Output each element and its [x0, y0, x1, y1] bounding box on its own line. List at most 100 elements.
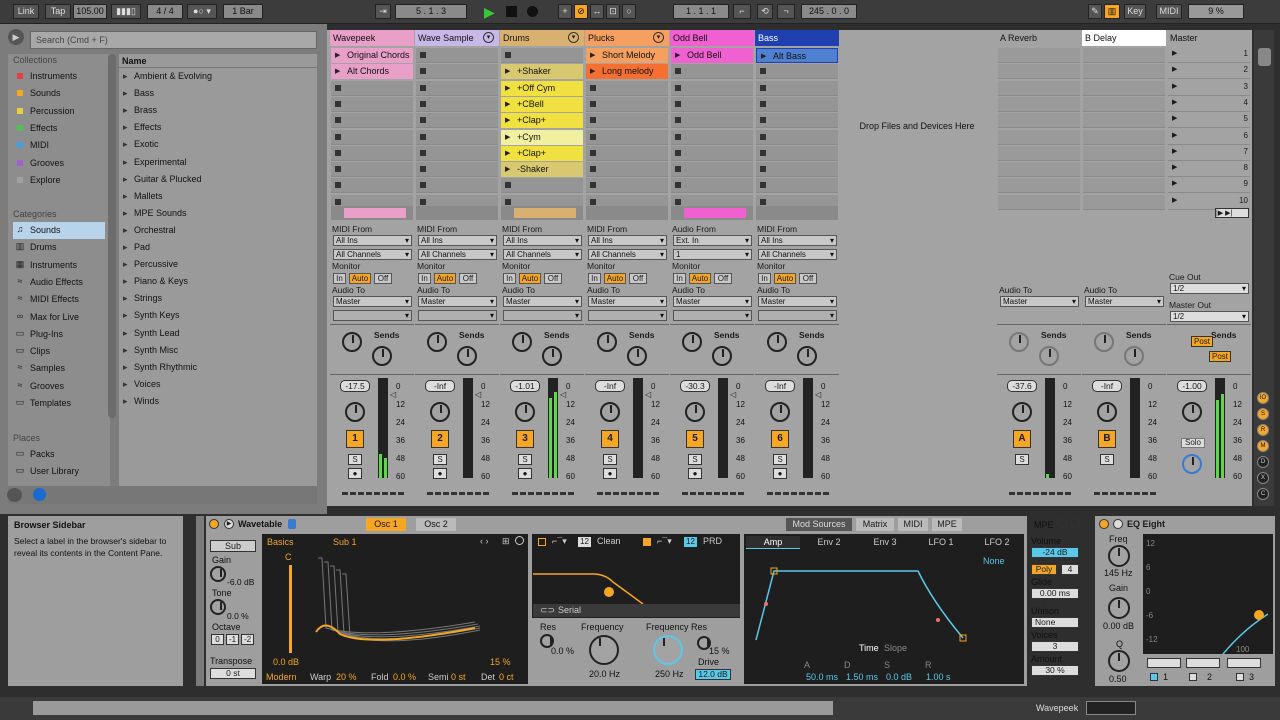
clip-slot[interactable]	[416, 129, 498, 145]
scene-play-icon[interactable]: ▶	[1172, 179, 1177, 187]
monitor-auto-button[interactable]: Auto	[604, 273, 626, 284]
crossfader-assign[interactable]	[1094, 492, 1156, 495]
play-icon[interactable]: ▶	[484, 5, 495, 19]
name-column-header[interactable]: Name	[122, 56, 147, 66]
clip-slot[interactable]	[756, 178, 838, 194]
clip-stop-icon[interactable]	[760, 198, 766, 205]
session-record-icon[interactable]: ○	[622, 4, 636, 19]
category-templates[interactable]: ▭ Templates	[13, 395, 105, 412]
clip-slot[interactable]	[756, 113, 838, 129]
clip-stop-icon[interactable]	[590, 182, 596, 189]
clip[interactable]: -Shaker	[501, 162, 583, 178]
metronome-icon[interactable]: ●○ ▾	[187, 4, 217, 19]
monitor-off-button[interactable]: Off	[629, 273, 647, 284]
volume-field[interactable]: -Inf	[765, 380, 795, 392]
clip[interactable]: Odd Bell	[671, 48, 753, 63]
crossfader-assign[interactable]	[597, 492, 659, 495]
clip-stop-icon[interactable]	[760, 68, 766, 75]
send-a-post-button[interactable]: Post	[1191, 336, 1213, 347]
mod-tab-env3[interactable]: Env 3	[858, 536, 912, 549]
solo-button[interactable]: S	[773, 454, 787, 465]
eq-freq-knob[interactable]	[1108, 545, 1130, 567]
clip[interactable]: Long melody	[586, 64, 668, 80]
clip-stop-icon[interactable]	[420, 117, 426, 124]
scene-play-icon[interactable]: ▶	[1172, 82, 1177, 90]
category-grooves[interactable]: ≈ Grooves	[13, 378, 105, 395]
clip-slot[interactable]	[586, 178, 668, 194]
clip-stop-icon[interactable]	[675, 182, 681, 189]
drive-field[interactable]: 12.0 dB	[695, 669, 731, 680]
clip-stop-icon[interactable]	[420, 149, 426, 156]
volume-field[interactable]: -Inf	[595, 380, 625, 392]
scene-launch[interactable]: ▶ 6	[1168, 129, 1250, 145]
clip-stop-icon[interactable]	[335, 133, 341, 140]
track-activator-button[interactable]: 2	[431, 430, 449, 448]
back-to-arrangement-icon[interactable]: ↔	[590, 4, 604, 19]
draw-mode-icon[interactable]: ✎	[1088, 4, 1102, 19]
output-select[interactable]: Master	[418, 296, 497, 307]
clip-stop-icon[interactable]	[760, 166, 766, 173]
input-type-select[interactable]: All Ins	[503, 235, 582, 246]
release-value[interactable]: 1.00 s	[926, 672, 951, 682]
eq-expand-icon[interactable]	[1113, 519, 1123, 529]
clip-slot[interactable]	[756, 96, 838, 112]
mod-tab-env2[interactable]: Env 2	[802, 536, 856, 549]
warp-value[interactable]: 20 %	[336, 672, 357, 682]
crossfader-assign[interactable]	[342, 492, 404, 495]
content-folder-item[interactable]: Piano & Keys	[122, 273, 188, 290]
scene-launch[interactable]: ▶ 3	[1168, 80, 1250, 96]
volume-field[interactable]: -Inf	[425, 380, 455, 392]
scene-launch[interactable]: ▶ 7	[1168, 145, 1250, 161]
monitor-in-button[interactable]: In	[333, 273, 346, 284]
tab-osc2[interactable]: Osc 2	[416, 518, 456, 531]
crossfader-assign[interactable]	[512, 492, 574, 495]
return-activator-button[interactable]: B	[1098, 430, 1116, 448]
filter2-toggle[interactable]	[643, 538, 651, 546]
input-type-select[interactable]: Ext. In	[673, 235, 752, 246]
scene-launch[interactable]: ▶ 8	[1168, 162, 1250, 178]
solo-button[interactable]: S	[1100, 454, 1114, 465]
eq-band2-type[interactable]	[1186, 658, 1220, 668]
track-fold-icon[interactable]: ▾	[568, 32, 579, 43]
collection-percussion[interactable]: Percussion	[13, 103, 105, 120]
filter1-slope[interactable]: 12	[578, 537, 591, 547]
clip[interactable]: +Shaker	[501, 64, 583, 80]
position-slider[interactable]	[289, 565, 292, 653]
track-activator-button[interactable]: 6	[771, 430, 789, 448]
clip-stop-icon[interactable]	[760, 117, 766, 124]
clip-stop-icon[interactable]	[335, 117, 341, 124]
amount-field[interactable]: 30 %	[1031, 665, 1079, 676]
track-title[interactable]: Wavepeek	[330, 30, 414, 46]
output-channel-select[interactable]	[503, 310, 582, 321]
clip-stop-icon[interactable]	[420, 84, 426, 91]
search-input[interactable]: Search (Cmd + F)	[30, 31, 317, 49]
arm-button[interactable]: ●	[603, 468, 617, 479]
clip-stop-icon[interactable]	[675, 198, 681, 205]
category-midi-effects[interactable]: ≈ MIDI Effects	[13, 291, 105, 308]
content-folder-item[interactable]: Pad	[122, 239, 150, 256]
stop-icon[interactable]	[506, 6, 517, 17]
scene-play-icon[interactable]: ▶	[1172, 49, 1177, 57]
output-channel-select[interactable]	[418, 310, 497, 321]
scene-launch[interactable]: ▶ 1	[1168, 48, 1250, 63]
loop-start-field[interactable]: 1 . 1 . 1	[673, 4, 729, 19]
frequency-knob[interactable]	[589, 635, 619, 665]
solo-button[interactable]: S	[603, 454, 617, 465]
output-select[interactable]: Master	[1000, 296, 1079, 307]
clip-slot[interactable]	[756, 145, 838, 161]
category-max-for-live[interactable]: ∞ Max for Live	[13, 309, 105, 326]
content-folder-item[interactable]: Percussive	[122, 256, 178, 273]
pan-knob[interactable]	[430, 402, 450, 422]
track-activator-button[interactable]: 3	[516, 430, 534, 448]
track-title[interactable]: B Delay	[1082, 30, 1166, 46]
category-select[interactable]: Basics	[267, 537, 294, 547]
monitor-in-button[interactable]: In	[418, 273, 431, 284]
solo-button[interactable]: S	[348, 454, 362, 465]
send-a-knob[interactable]	[342, 332, 362, 352]
clip-slot[interactable]	[756, 64, 838, 80]
eq-band2-toggle[interactable]	[1189, 673, 1197, 681]
record-icon[interactable]	[527, 6, 538, 17]
clip[interactable]: +CBell	[501, 96, 583, 112]
content-folder-item[interactable]: Synth Keys	[122, 307, 180, 324]
capture-icon[interactable]: ⊡	[606, 4, 620, 19]
